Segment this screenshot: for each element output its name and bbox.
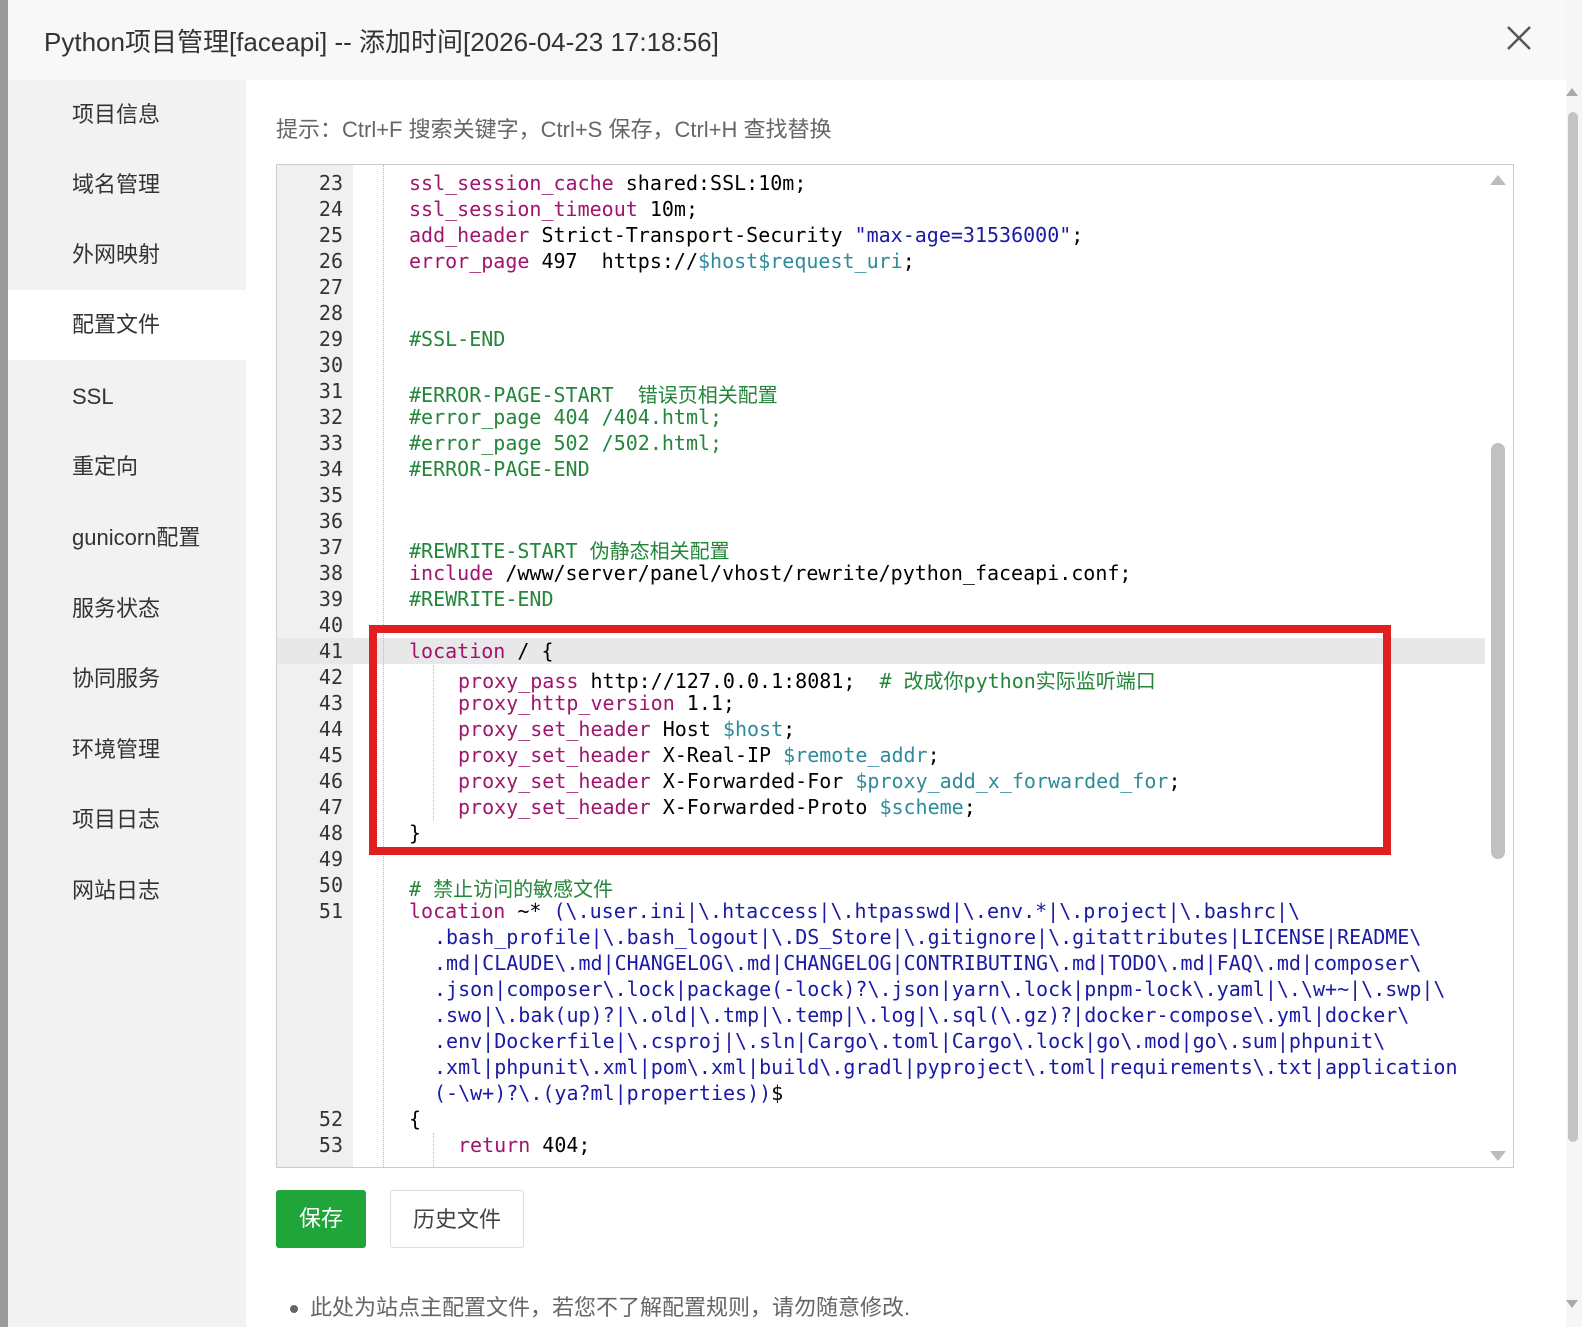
highlight-box <box>369 625 1391 855</box>
code-line-53: return 404; <box>458 1133 591 1157</box>
sidebar-item-collab-service[interactable]: 协同服务 <box>8 644 246 714</box>
line-number: 48 <box>318 821 343 845</box>
dialog-title: Python项目管理[faceapi] -- 添加时间[2026-04-23 1… <box>44 27 719 57</box>
code-line-34: #ERROR-PAGE-END <box>409 457 590 481</box>
line-number: 30 <box>318 353 343 377</box>
line-number: 53 <box>318 1133 343 1157</box>
code-line-23: ssl_session_cache shared:SSL:10m; <box>409 171 807 195</box>
line-number: 41 <box>318 639 343 663</box>
page-scroll-up-icon[interactable] <box>1566 88 1578 96</box>
line-number: 23 <box>318 171 343 195</box>
config-note: 此处为站点主配置文件，若您不了解配置规则，请勿随意修改. <box>290 1290 910 1322</box>
line-number: 26 <box>318 249 343 273</box>
sidebar-item-config-file[interactable]: 配置文件 <box>8 290 246 360</box>
sidebar: 项目信息 域名管理 外网映射 配置文件 SSL 重定向 gunicorn配置 服… <box>8 80 246 1327</box>
code-line-51-wrap: .swo|\.bak(up)?|\.old|\.tmp|\.temp|\.log… <box>434 1003 1410 1027</box>
sidebar-item-domain[interactable]: 域名管理 <box>8 150 246 220</box>
code-line-38: include /www/server/panel/vhost/rewrite/… <box>409 561 1132 585</box>
editor-scroll-thumb[interactable] <box>1491 443 1505 859</box>
line-number: 38 <box>318 561 343 585</box>
line-number: 47 <box>318 795 343 819</box>
page-scroll-down-icon[interactable] <box>1566 1300 1578 1308</box>
code-editor[interactable]: 23 24 25 26 27 28 29 30 31 32 33 34 35 3… <box>276 164 1514 1168</box>
code-line-51-wrap: .bash_profile|\.bash_logout|\.DS_Store|\… <box>434 925 1422 949</box>
code-line-32: #error_page 404 /404.html; <box>409 405 723 429</box>
line-number: 25 <box>318 223 343 247</box>
line-number: 34 <box>318 457 343 481</box>
scroll-up-arrow-icon[interactable] <box>1490 175 1506 185</box>
line-number: 46 <box>318 769 343 793</box>
line-number: 45 <box>318 743 343 767</box>
line-number: 27 <box>318 275 343 299</box>
sidebar-item-project-info[interactable]: 项目信息 <box>8 80 246 150</box>
line-number: 49 <box>318 847 343 871</box>
close-button[interactable] <box>1504 21 1534 55</box>
close-icon <box>1507 26 1531 50</box>
code-line-39: #REWRITE-END <box>409 587 554 611</box>
sidebar-item-env-manage[interactable]: 环境管理 <box>8 715 246 785</box>
code-line-52: { <box>409 1107 422 1131</box>
code-line-24: ssl_session_timeout 10m; <box>409 197 698 221</box>
line-number: 32 <box>318 405 343 429</box>
code-line-26: error_page 497 https://$host$request_uri… <box>409 249 915 273</box>
config-dialog: Python项目管理[faceapi] -- 添加时间[2026-04-23 1… <box>8 0 1566 1327</box>
code-line-51-wrap: .md|CLAUDE\.md|CHANGELOG\.md|CHANGELOG|C… <box>434 951 1422 975</box>
line-number: 52 <box>318 1107 343 1131</box>
line-number: 39 <box>318 587 343 611</box>
sidebar-item-external-mapping[interactable]: 外网映射 <box>8 220 246 290</box>
line-number: 37 <box>318 535 343 559</box>
line-number: 40 <box>318 613 343 637</box>
line-number: 44 <box>318 717 343 741</box>
bullet-icon <box>290 1305 298 1314</box>
code-line-37: #REWRITE-START 伪静态相关配置 <box>409 539 730 563</box>
code-line-51: location ~* (\.user.ini|\.htaccess|\.htp… <box>409 899 1301 923</box>
background-page-strip <box>0 0 8 1327</box>
line-number: 42 <box>318 665 343 689</box>
line-number: 50 <box>318 873 343 897</box>
code-line-51-wrap: .env|Dockerfile|\.csproj|\.sln|Cargo\.to… <box>434 1029 1386 1053</box>
line-number: 28 <box>318 301 343 325</box>
sidebar-item-site-log[interactable]: 网站日志 <box>8 856 246 926</box>
dialog-titlebar: Python项目管理[faceapi] -- 添加时间[2026-04-23 1… <box>8 0 1566 80</box>
line-number: 31 <box>318 379 343 403</box>
line-number: 36 <box>318 509 343 533</box>
sidebar-item-gunicorn[interactable]: gunicorn配置 <box>8 503 246 573</box>
editor-hint: 提示：Ctrl+F 搜索关键字，Ctrl+S 保存，Ctrl+H 查找替换 <box>276 117 832 142</box>
indent-guide <box>433 1133 434 1167</box>
code-line-50: # 禁止访问的敏感文件 <box>409 877 614 901</box>
line-number: 24 <box>318 197 343 221</box>
line-number: 33 <box>318 431 343 455</box>
code-line-25: add_header Strict-Transport-Security "ma… <box>409 223 1084 247</box>
history-files-button[interactable]: 历史文件 <box>390 1190 524 1248</box>
save-button[interactable]: 保存 <box>276 1190 366 1248</box>
line-number: 35 <box>318 483 343 507</box>
code-line-33: #error_page 502 /502.html; <box>409 431 723 455</box>
code-line-29: #SSL-END <box>409 327 506 351</box>
sidebar-item-redirect[interactable]: 重定向 <box>8 432 246 502</box>
sidebar-item-ssl[interactable]: SSL <box>8 362 246 432</box>
page-scroll-thumb[interactable] <box>1568 112 1578 1142</box>
sidebar-item-service-status[interactable]: 服务状态 <box>8 574 246 644</box>
code-line-51-wrap: .xml|phpunit\.xml|pom\.xml|build\.gradl|… <box>434 1055 1458 1079</box>
scroll-down-arrow-icon[interactable] <box>1490 1151 1506 1161</box>
sidebar-item-project-log[interactable]: 项目日志 <box>8 785 246 855</box>
code-line-31: #ERROR-PAGE-START 错误页相关配置 <box>409 383 778 407</box>
code-line-51-wrap: (-\w+)?\.(ya?ml|properties))$ <box>434 1081 784 1105</box>
code-line-51-wrap: .json|composer\.lock|package(-lock)?\.js… <box>434 977 1446 1001</box>
line-number: 43 <box>318 691 343 715</box>
line-number: 51 <box>318 899 343 923</box>
line-number: 29 <box>318 327 343 351</box>
